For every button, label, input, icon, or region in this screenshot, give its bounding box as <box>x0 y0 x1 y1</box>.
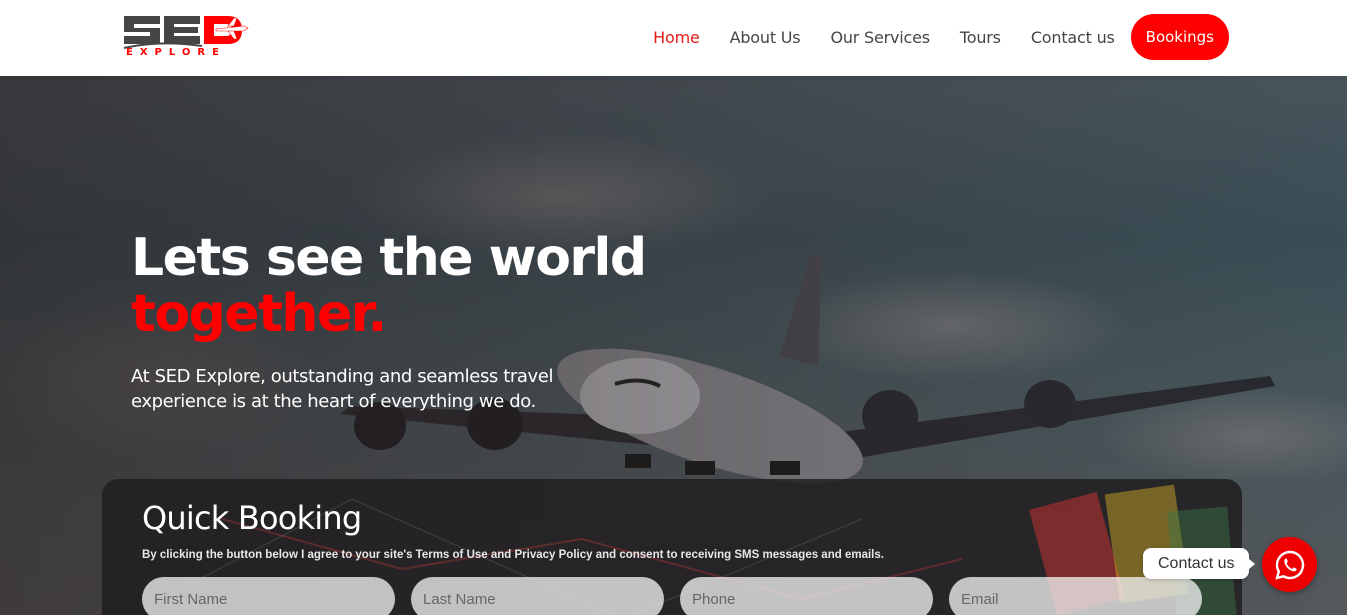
hero-subtitle: At SED Explore, outstanding and seamless… <box>131 366 554 412</box>
first-name-field[interactable] <box>142 577 395 615</box>
bookings-button[interactable]: Bookings <box>1130 14 1229 60</box>
main-nav: Home About Us Our Services Tours Contact… <box>653 14 1229 60</box>
quick-booking-panel: Quick Booking By clicking the button bel… <box>102 479 1242 615</box>
nav-item-home[interactable]: Home <box>653 28 700 47</box>
site-header: EXPLORE Home About Us Our Services Tours… <box>0 0 1347 76</box>
contact-us-bubble[interactable]: Contact us <box>1143 548 1256 579</box>
nav-item-about-us[interactable]: About Us <box>730 28 801 47</box>
quick-booking-title: Quick Booking <box>142 499 362 537</box>
site-logo[interactable]: EXPLORE <box>120 10 250 62</box>
phone-field[interactable] <box>680 577 933 615</box>
nav-item-our-services[interactable]: Our Services <box>830 28 930 47</box>
hero-title: Lets see the world <box>131 228 647 288</box>
hero-title-accent: together. <box>131 284 387 344</box>
whatsapp-button[interactable] <box>1262 537 1317 592</box>
logo-tagline: EXPLORE <box>126 47 226 58</box>
hero-section: Lets see the world together. At SED Expl… <box>0 76 1347 615</box>
last-name-field[interactable] <box>411 577 664 615</box>
nav-item-contact-us[interactable]: Contact us <box>1031 28 1115 47</box>
email-field[interactable] <box>949 577 1202 615</box>
consent-note: By clicking the button below I agree to … <box>142 549 884 561</box>
whatsapp-icon <box>1274 550 1304 580</box>
nav-item-tours[interactable]: Tours <box>960 28 1001 47</box>
